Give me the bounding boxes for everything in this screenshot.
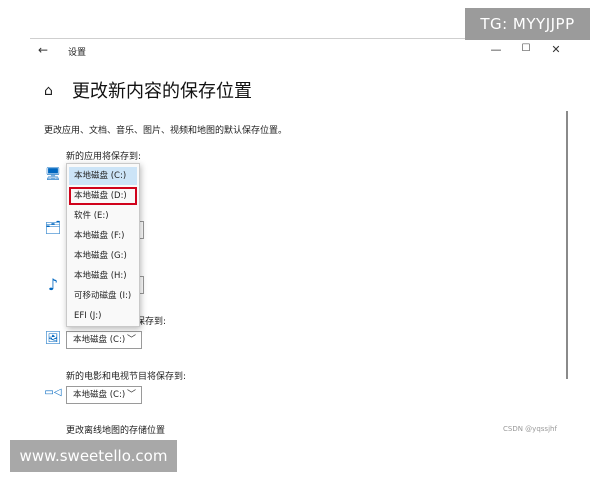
home-icon[interactable]: ⌂ <box>44 83 53 99</box>
chevron-down-icon: ﹀ <box>126 335 136 345</box>
settings-window: ← 设置 — ☐ ✕ ⌂ 更改新内容的保存位置 更改应用、文档、音乐、图片、视频… <box>30 38 585 481</box>
pictures-drive-dropdown[interactable]: 本地磁盘 (C:) ﹀ <box>66 331 142 349</box>
drive-option-f[interactable]: 本地磁盘 (F:) <box>69 227 137 245</box>
pictures-drive-value: 本地磁盘 (C:) <box>73 335 126 345</box>
close-icon[interactable]: ✕ <box>546 43 566 56</box>
music-note-icon: ♪ <box>47 275 59 294</box>
drive-option-j[interactable]: EFI (J:) <box>69 307 137 325</box>
site-watermark: www.sweetello.com <box>10 440 177 472</box>
drive-option-i[interactable]: 可移动磁盘 (I:) <box>69 287 137 305</box>
chevron-down-icon: ﹀ <box>126 390 136 400</box>
page-title: 更改新内容的保存位置 <box>72 81 252 102</box>
page-description: 更改应用、文档、音乐、图片、视频和地图的默认保存位置。 <box>44 126 288 136</box>
pictures-save-label-partial: 保存到: <box>136 317 167 327</box>
tg-watermark: TG: MYYJJPP <box>465 8 590 40</box>
drive-option-d[interactable]: 本地磁盘 (D:) <box>69 187 137 205</box>
movies-save-label: 新的电影和电视节目将保存到: <box>66 372 187 382</box>
drive-dropdown-list: 本地磁盘 (C:) 本地磁盘 (D:) 软件 (E:) 本地磁盘 (F:) 本地… <box>66 163 140 327</box>
drive-option-e[interactable]: 软件 (E:) <box>69 207 137 225</box>
title-bar: ← 设置 — ☐ ✕ <box>30 39 585 65</box>
video-camera-icon: ▭◁ <box>44 387 62 398</box>
drive-option-g[interactable]: 本地磁盘 (G:) <box>69 247 137 265</box>
window-title: 设置 <box>68 48 87 58</box>
drive-option-h[interactable]: 本地磁盘 (H:) <box>69 267 137 285</box>
monitor-icon: 🖥 <box>44 167 62 182</box>
csdn-watermark: CSDN @yqssjhf <box>503 425 557 433</box>
back-arrow-icon[interactable]: ← <box>38 43 48 57</box>
drive-option-c[interactable]: 本地磁盘 (C:) <box>69 167 137 185</box>
picture-icon: 🖼 <box>44 331 62 346</box>
documents-folder-icon: 🗂 <box>44 221 62 236</box>
offline-maps-link[interactable]: 更改离线地图的存储位置 <box>66 423 165 436</box>
vertical-scrollbar[interactable] <box>566 111 568 379</box>
minimize-icon[interactable]: — <box>486 43 506 56</box>
maximize-icon[interactable]: ☐ <box>516 43 536 54</box>
apps-save-label: 新的应用将保存到: <box>66 152 142 162</box>
movies-drive-dropdown[interactable]: 本地磁盘 (C:) ﹀ <box>66 386 142 404</box>
movies-drive-value: 本地磁盘 (C:) <box>73 390 126 400</box>
